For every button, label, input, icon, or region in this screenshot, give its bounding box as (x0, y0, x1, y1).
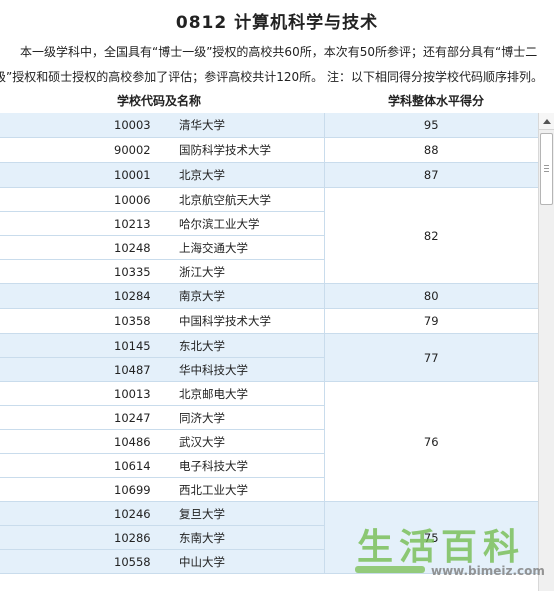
school-name: 清华大学 (179, 113, 324, 138)
school-name: 复旦大学 (179, 501, 324, 526)
score-cell: 87 (323, 162, 538, 188)
table-row: 10284 南京大学 80 (0, 283, 538, 309)
school-name: 西北工业大学 (179, 477, 324, 502)
school-code: 10006 (0, 187, 179, 212)
table-row: 10001 北京大学 87 (0, 162, 538, 188)
watermark-text: 生活百科 (357, 527, 526, 568)
school-name: 电子科技大学 (179, 453, 324, 478)
school-name: 华中科技大学 (179, 357, 324, 382)
score-cell: 82 (323, 187, 538, 284)
school-name: 同济大学 (179, 405, 324, 430)
grip-icon (544, 171, 549, 173)
ranking-table: 10003 清华大学 95 90002 国防科学技术大学 88 10001 北京大学 87 100… (0, 113, 538, 574)
school-code: 90002 (0, 137, 179, 163)
school-code: 10358 (0, 308, 179, 334)
school-name: 国防科学技术大学 (179, 137, 324, 163)
score-cell: 88 (323, 137, 538, 163)
school-name: 北京航空航天大学 (179, 187, 324, 212)
intro-line-1: 本一级学科中，全国具有“博士一级”授权的高校共60所，本次有50所参评；还有部分… (20, 45, 538, 59)
school-code: 10013 (0, 381, 179, 406)
school-code: 10001 (0, 162, 179, 188)
watermark-logo: 生活百科 www.bimeiz.com (355, 518, 554, 588)
score-cell: 76 (323, 381, 538, 502)
table-row: 10145 东北大学 77 (0, 333, 538, 382)
grip-icon (544, 168, 549, 170)
school-name: 北京邮电大学 (179, 381, 324, 406)
school-code: 10558 (0, 549, 179, 574)
grip-icon (544, 165, 549, 167)
arrow-up-icon (542, 118, 551, 124)
score-cell: 80 (323, 283, 538, 309)
school-code: 10286 (0, 525, 179, 550)
scroll-up-button[interactable] (539, 113, 554, 130)
school-name: 北京大学 (179, 162, 324, 188)
school-code: 10247 (0, 405, 179, 430)
school-name: 浙江大学 (179, 259, 324, 284)
school-name: 武汉大学 (179, 429, 324, 454)
table-row: 10006 北京航空航天大学 82 (0, 187, 538, 284)
school-code: 10487 (0, 357, 179, 382)
school-code: 10003 (0, 113, 179, 138)
school-name: 中国科学技术大学 (179, 308, 324, 334)
school-name: 南京大学 (179, 283, 324, 309)
school-code: 10486 (0, 429, 179, 454)
school-code: 10614 (0, 453, 179, 478)
school-name: 东南大学 (179, 525, 324, 550)
school-code: 10246 (0, 501, 179, 526)
intro-text: 本一级学科中，全国具有“博士一级”授权的高校共60所，本次有50所参评；还有部分… (0, 40, 554, 90)
table-header: 学校代码及名称 学科整体水平得分 (0, 88, 554, 112)
intro-line-2: 级”授权和硕士授权的高校参加了评估；参评高校共计120所。 注：以下相同得分按学… (0, 70, 543, 84)
school-code: 10145 (0, 333, 179, 358)
score-cell: 77 (323, 333, 538, 382)
school-name: 上海交通大学 (179, 235, 324, 260)
score-cell: 95 (323, 113, 538, 138)
score-cell: 79 (323, 308, 538, 334)
school-name: 东北大学 (179, 333, 324, 358)
table-row: 10358 中国科学技术大学 79 (0, 308, 538, 334)
school-code: 10248 (0, 235, 179, 260)
school-code: 10335 (0, 259, 179, 284)
page-title: 0812 计算机科学与技术 (175, 13, 379, 33)
school-name: 哈尔滨工业大学 (179, 211, 324, 236)
school-code: 10213 (0, 211, 179, 236)
header-score: 学科整体水平得分 (388, 94, 485, 108)
scroll-thumb[interactable] (540, 133, 553, 205)
watermark-url: www.bimeiz.com (431, 564, 545, 578)
school-code: 10284 (0, 283, 179, 309)
table-row: 90002 国防科学技术大学 88 (0, 137, 538, 163)
header-code-name: 学校代码及名称 (117, 94, 202, 108)
school-name: 中山大学 (179, 549, 324, 574)
watermark-bar (355, 566, 425, 573)
school-code: 10699 (0, 477, 179, 502)
table-row: 10003 清华大学 95 (0, 113, 538, 138)
table-row: 10013 北京邮电大学 76 (0, 381, 538, 502)
